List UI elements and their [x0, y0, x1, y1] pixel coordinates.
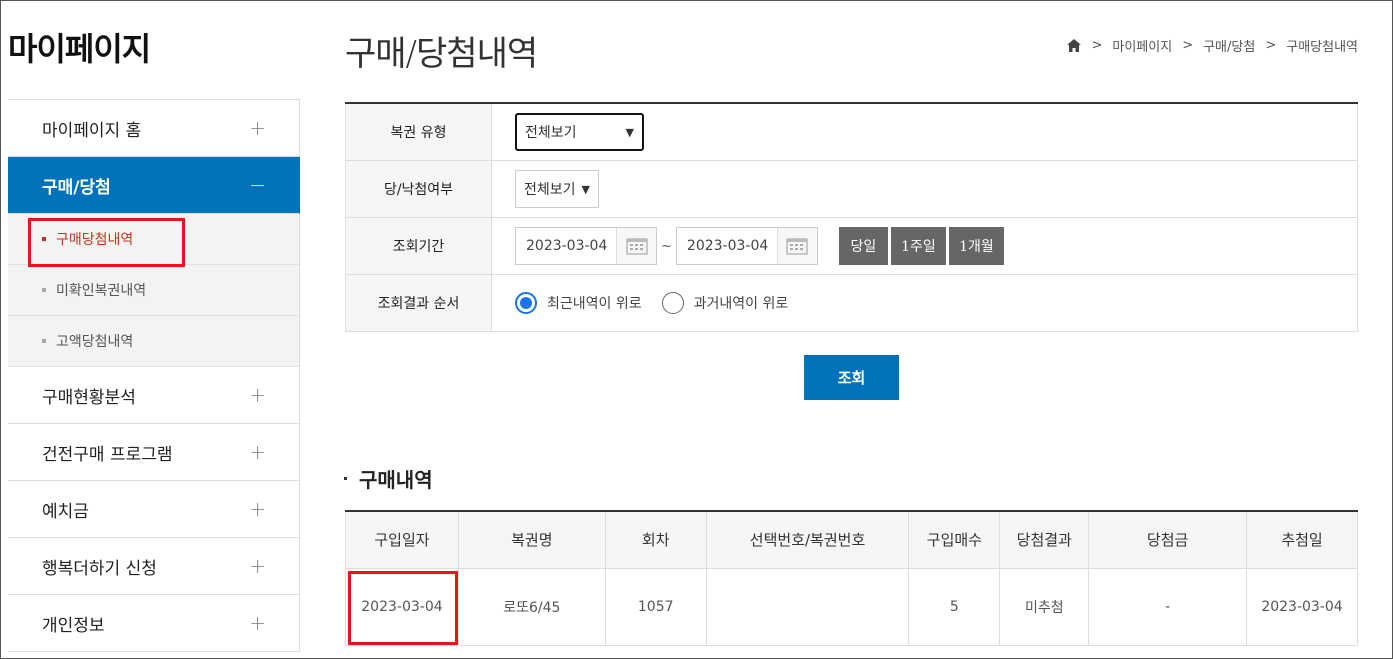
- field-label: 당/낙첨여부: [345, 161, 492, 217]
- field-label: 조회결과 순서: [345, 275, 492, 331]
- search-row-win-status: 당/낙첨여부 전체보기 ▼: [345, 161, 1358, 218]
- round-cell: 1057: [604, 567, 707, 646]
- date-from-field[interactable]: 2023-03-04: [515, 227, 657, 265]
- sidebar-subitem-unchecked-tickets[interactable]: 미확인복권내역: [8, 265, 300, 316]
- order-oldest-radio[interactable]: [661, 292, 684, 314]
- period-today-button[interactable]: 당일: [838, 227, 888, 265]
- plus-icon: +: [249, 440, 266, 464]
- column-header: 회차: [604, 511, 707, 569]
- sidebar-item-deposit[interactable]: 예치금 +: [8, 481, 300, 538]
- sidebar-item-happiness[interactable]: 행복더하기 신청 +: [8, 538, 300, 595]
- period-1week-button[interactable]: 1주일: [890, 227, 946, 265]
- column-header: 구입일자: [345, 511, 459, 569]
- lottery-type-select[interactable]: 전체보기 ▼: [515, 113, 644, 151]
- date-to-field[interactable]: 2023-03-04: [675, 227, 818, 265]
- lottery-name-cell: 로또6/45: [457, 567, 606, 646]
- purchase-table: 구입일자 복권명 회차 선택번호/복권번호 구입매수 당첨결과 당첨금 추첨일 …: [345, 510, 1358, 646]
- breadcrumb-link[interactable]: 구매/당첨: [1203, 36, 1255, 55]
- breadcrumb-separator: >: [1182, 38, 1194, 53]
- table-row: 2023-03-04 로또6/45 1057 5 미추첨 - 2023-03-0…: [345, 567, 1358, 646]
- calendar-icon[interactable]: [776, 228, 817, 264]
- field-label: 조회기간: [345, 218, 492, 274]
- column-header: 당첨결과: [999, 511, 1090, 569]
- breadcrumb-current: 구매당첨내역: [1286, 40, 1358, 55]
- highlight-box-subitem: [28, 218, 185, 267]
- search-row-lottery-type: 복권 유형 전체보기 ▼: [345, 104, 1358, 161]
- date-from-value: 2023-03-04: [526, 238, 608, 254]
- radio-label[interactable]: 최근내역이 위로: [547, 293, 642, 313]
- range-tilde: ~: [661, 238, 672, 254]
- result-cell: 미추첨: [999, 567, 1090, 646]
- search-button[interactable]: 조회: [804, 355, 899, 400]
- plus-icon: +: [249, 554, 266, 578]
- numbers-cell[interactable]: [705, 567, 910, 646]
- column-header: 복권명: [457, 511, 606, 569]
- plus-icon: +: [249, 611, 266, 635]
- sidebar-item-personal-info[interactable]: 개인정보 +: [8, 595, 300, 652]
- sidebar-item-purchase-win[interactable]: 구매/당첨 −: [8, 157, 300, 214]
- sidebar-item-label: 구매/당첨: [42, 177, 111, 198]
- column-header: 추첨일: [1246, 511, 1358, 569]
- sidebar-item-label: 마이페이지 홈: [42, 120, 142, 141]
- period-1month-button[interactable]: 1개월: [948, 227, 1004, 265]
- sidebar-subitem-high-prize[interactable]: 고액당첨내역: [8, 316, 300, 367]
- select-value: 전체보기: [525, 125, 577, 141]
- search-form: 복권 유형 전체보기 ▼ 당/낙첨여부 전체보기 ▼ 조회기간 2023-03-…: [345, 102, 1358, 332]
- sidebar-item-label: 건전구매 프로그램: [42, 444, 173, 465]
- plus-icon: +: [249, 116, 266, 140]
- select-value: 전체보기: [524, 182, 576, 198]
- sidebar-item-label: 개인정보: [42, 615, 105, 636]
- sidebar-subitem-label: 고액당첨내역: [56, 334, 134, 350]
- sidebar-item-label: 행복더하기 신청: [42, 558, 157, 579]
- breadcrumb-link[interactable]: 마이페이지: [1112, 36, 1172, 55]
- search-row-order: 조회결과 순서 최근내역이 위로 과거내역이 위로: [345, 275, 1358, 332]
- sidebar-item-mypage-home[interactable]: 마이페이지 홈 +: [8, 100, 300, 157]
- prize-cell: -: [1088, 567, 1248, 646]
- sidebar-item-label: 예치금: [42, 501, 89, 522]
- column-header: 당첨금: [1088, 511, 1248, 569]
- dropdown-arrow-icon: ▼: [581, 182, 590, 196]
- bullet-icon: [42, 288, 46, 292]
- order-recent-radio[interactable]: [515, 292, 537, 314]
- highlight-box-date: [348, 571, 458, 645]
- minus-icon: −: [249, 173, 266, 197]
- section-title: 구매내역: [344, 464, 433, 493]
- plus-icon: +: [249, 383, 266, 407]
- bullet-icon: [344, 477, 347, 480]
- page-title: 구매/당첨내역: [345, 34, 538, 74]
- sidebar-item-label: 구매현황분석: [42, 387, 136, 408]
- table-header-row: 구입일자 복권명 회차 선택번호/복권번호 구입매수 당첨결과 당첨금 추첨일: [345, 511, 1358, 569]
- search-row-period: 조회기간 2023-03-04 ~ 2023-03-04 당일 1주일 1개월: [345, 218, 1358, 275]
- sidebar-item-purchase-analysis[interactable]: 구매현황분석 +: [8, 367, 300, 424]
- dropdown-arrow-icon: ▼: [625, 125, 634, 139]
- sidebar-title: 마이페이지: [8, 30, 151, 68]
- breadcrumb: > 마이페이지 > 구매/당첨 > 구매당첨내역: [1067, 36, 1358, 55]
- section-title-text: 구매내역: [359, 468, 433, 492]
- calendar-icon[interactable]: [616, 228, 656, 264]
- sidebar: 마이페이지 홈 + 구매/당첨 − 구매당첨내역 미확인복권내역 고액당첨내역 …: [8, 99, 300, 652]
- radio-label[interactable]: 과거내역이 위로: [694, 293, 789, 313]
- date-to-value: 2023-03-04: [686, 238, 769, 254]
- home-icon[interactable]: [1067, 39, 1082, 52]
- field-label: 복권 유형: [345, 104, 492, 160]
- bullet-icon: [42, 339, 46, 343]
- sidebar-subitem-label: 미확인복권내역: [56, 283, 147, 299]
- column-header: 선택번호/복권번호: [705, 511, 910, 569]
- draw-date-cell: 2023-03-04: [1246, 567, 1358, 646]
- win-status-select[interactable]: 전체보기 ▼: [515, 170, 599, 208]
- breadcrumb-separator: >: [1265, 38, 1277, 53]
- sidebar-item-healthy-purchase[interactable]: 건전구매 프로그램 +: [8, 424, 300, 481]
- breadcrumb-separator: >: [1091, 38, 1103, 53]
- plus-icon: +: [249, 497, 266, 521]
- column-header: 구입매수: [908, 511, 1001, 569]
- quantity-cell: 5: [908, 567, 1001, 646]
